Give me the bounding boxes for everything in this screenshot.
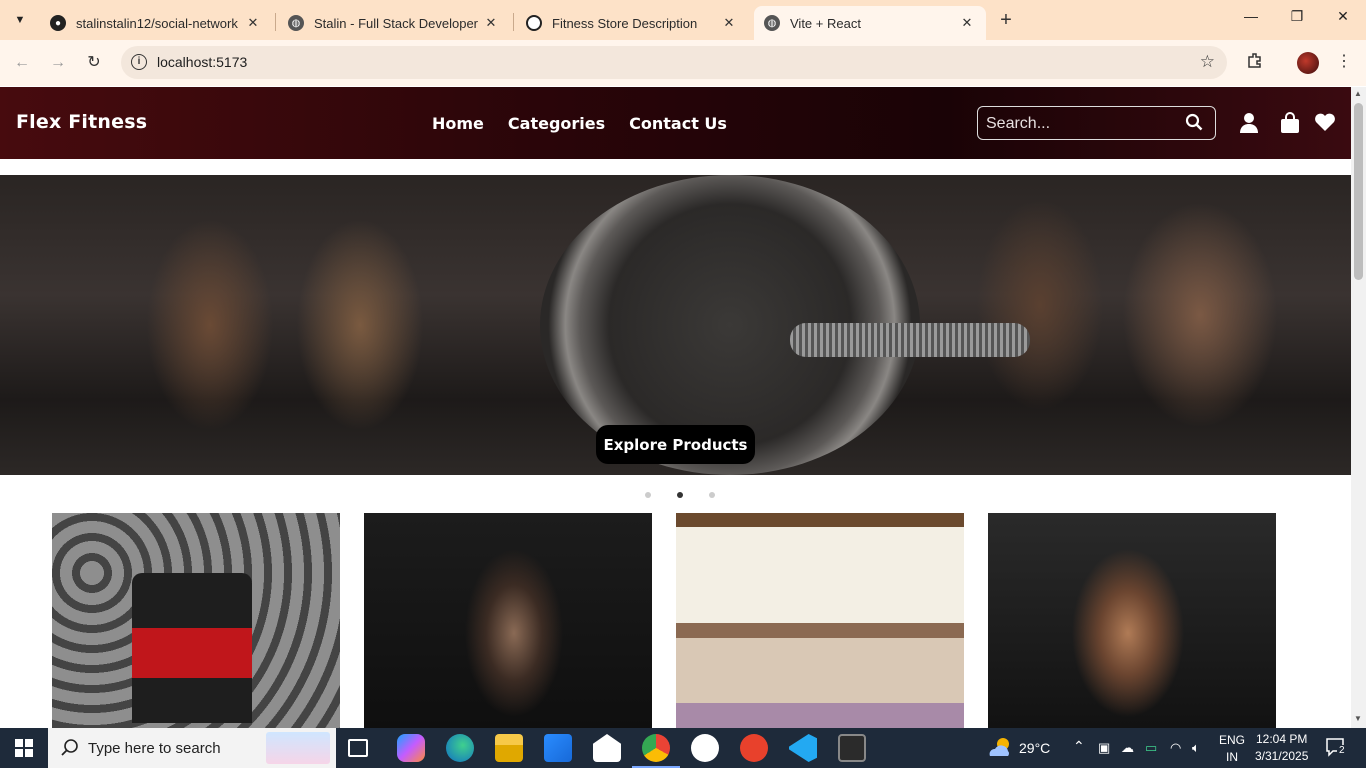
edge-browser-icon[interactable] [446, 734, 474, 762]
meet-now-icon[interactable]: ▣ [1098, 740, 1110, 756]
browser-toolbar: ← → ↻ i localhost:5173 ☆ ⋮ [0, 40, 1366, 86]
github-icon: ● [50, 15, 66, 31]
globe-icon: ◍ [764, 15, 780, 31]
notification-center-icon[interactable]: 2 [1325, 737, 1347, 757]
site-logo[interactable]: Flex Fitness [16, 111, 147, 133]
search-box [977, 106, 1216, 140]
globe-icon: ◍ [288, 15, 304, 31]
search-icon [61, 739, 78, 756]
windows-start-button[interactable] [0, 728, 48, 768]
category-card-supplements[interactable] [52, 513, 340, 728]
tab-title: stalinstalin12/social-network [76, 15, 238, 31]
search-icon[interactable] [1185, 113, 1203, 136]
region-code: IN [1226, 750, 1238, 764]
browser-tab-strip: ▼ ● stalinstalin12/social-network ✕ ◍ St… [0, 0, 1366, 40]
tray-chevron-up-icon[interactable]: ⌃ [1073, 738, 1085, 755]
nav-contact-us[interactable]: Contact Us [629, 114, 727, 133]
scroll-down-arrow-icon[interactable]: ▼ [1354, 714, 1362, 723]
notification-count-badge: 2 [1337, 745, 1347, 756]
language-code: ENG [1219, 733, 1246, 747]
chrome-icon[interactable] [632, 734, 680, 768]
address-url[interactable]: localhost:5173 [157, 54, 247, 70]
carousel-dot[interactable] [709, 492, 715, 498]
wifi-icon[interactable]: ◠ [1170, 740, 1181, 756]
scrollbar-thumb[interactable] [1354, 103, 1363, 280]
taskbar-clock[interactable]: 12:04 PM 3/31/2025 [1255, 731, 1308, 765]
tab-github[interactable]: ● stalinstalin12/social-network ✕ [40, 6, 272, 40]
vscode-icon[interactable] [789, 734, 817, 762]
site-info-icon[interactable]: i [131, 54, 147, 70]
terminal-icon[interactable] [838, 734, 866, 762]
mongodb-compass-icon[interactable] [691, 734, 719, 762]
nav-home[interactable]: Home [432, 114, 484, 133]
close-window-button[interactable]: ✕ [1328, 8, 1358, 25]
forward-button[interactable]: → [46, 51, 70, 75]
tab-separator [275, 13, 276, 31]
tab-search-menu-button[interactable]: ▼ [8, 8, 32, 32]
carousel-indicators [645, 492, 715, 498]
battery-icon[interactable]: ▭ [1145, 740, 1157, 756]
tab-separator [513, 13, 514, 31]
tab-portfolio[interactable]: ◍ Stalin - Full Stack Developer ✕ [278, 6, 510, 40]
tab-chatgpt[interactable]: Fitness Store Description ✕ [516, 6, 748, 40]
tab-close-icon[interactable]: ✕ [958, 15, 976, 31]
taskbar-search-placeholder: Type here to search [88, 740, 221, 757]
extensions-icon[interactable] [1243, 51, 1267, 74]
file-explorer-icon[interactable] [495, 734, 523, 762]
minimize-button[interactable]: — [1236, 8, 1266, 24]
tab-vite-react[interactable]: ◍ Vite + React ✕ [754, 6, 986, 40]
restore-button[interactable]: ❐ [1282, 8, 1312, 25]
user-icon[interactable] [1239, 112, 1259, 139]
whey-tub-image [132, 573, 252, 723]
weather-cloud-icon[interactable] [986, 736, 1014, 760]
profile-avatar[interactable] [1297, 52, 1319, 74]
address-bar[interactable]: i localhost:5173 ☆ [121, 46, 1227, 79]
tab-close-icon[interactable]: ✕ [482, 15, 500, 31]
tab-title: Fitness Store Description [552, 15, 698, 31]
shopping-bag-icon[interactable] [1280, 112, 1300, 139]
tab-close-icon[interactable]: ✕ [244, 15, 262, 31]
windows-taskbar: Type here to search 29°C ⌃ ▣ ☁ ▭ ◠ 🔈︎ EN… [0, 728, 1366, 768]
task-view-icon[interactable] [348, 739, 368, 757]
reload-button[interactable]: ↻ [82, 51, 106, 75]
carousel-dot-active[interactable] [677, 492, 683, 498]
scroll-up-arrow-icon[interactable]: ▲ [1354, 89, 1362, 98]
copilot-icon[interactable] [397, 734, 425, 762]
volume-icon[interactable]: 🔈︎ [1192, 740, 1200, 756]
category-card-women-fitness[interactable] [364, 513, 652, 728]
clock-time: 12:04 PM [1256, 732, 1308, 746]
main-nav: Home Categories Contact Us [432, 114, 727, 133]
category-card-bodybuilding[interactable] [988, 513, 1276, 728]
category-card-yoga[interactable] [676, 513, 964, 728]
clock-date: 3/31/2025 [1255, 749, 1309, 763]
onedrive-icon[interactable]: ☁ [1121, 740, 1134, 756]
new-tab-button[interactable]: + [996, 9, 1016, 31]
taskbar-search-box[interactable]: Type here to search [48, 728, 336, 768]
site-header: Flex Fitness Home Categories Contact Us [0, 87, 1351, 159]
wps-office-icon[interactable] [740, 734, 768, 762]
tab-close-icon[interactable]: ✕ [720, 15, 738, 31]
openai-icon [526, 15, 542, 31]
tab-title: Stalin - Full Stack Developer [314, 15, 479, 31]
language-indicator[interactable]: ENG IN [1219, 732, 1245, 766]
tab-title: Vite + React [790, 15, 861, 31]
barbell-bar-graphic [790, 323, 1030, 357]
back-button[interactable]: ← [10, 51, 34, 75]
search-highlight-art [266, 732, 330, 764]
explore-products-button[interactable]: Explore Products [596, 425, 755, 464]
bookmark-star-icon[interactable]: ☆ [1200, 52, 1215, 72]
carousel-dot[interactable] [645, 492, 651, 498]
nav-categories[interactable]: Categories [508, 114, 605, 133]
microsoft-store-icon[interactable] [544, 734, 572, 762]
weather-temperature[interactable]: 29°C [1019, 740, 1050, 756]
page-scrollbar[interactable]: ▲ ▼ [1351, 87, 1366, 728]
heart-icon[interactable] [1314, 112, 1336, 137]
search-input[interactable] [986, 113, 1176, 135]
chrome-menu-icon[interactable]: ⋮ [1332, 51, 1356, 71]
mail-icon[interactable] [593, 734, 621, 762]
